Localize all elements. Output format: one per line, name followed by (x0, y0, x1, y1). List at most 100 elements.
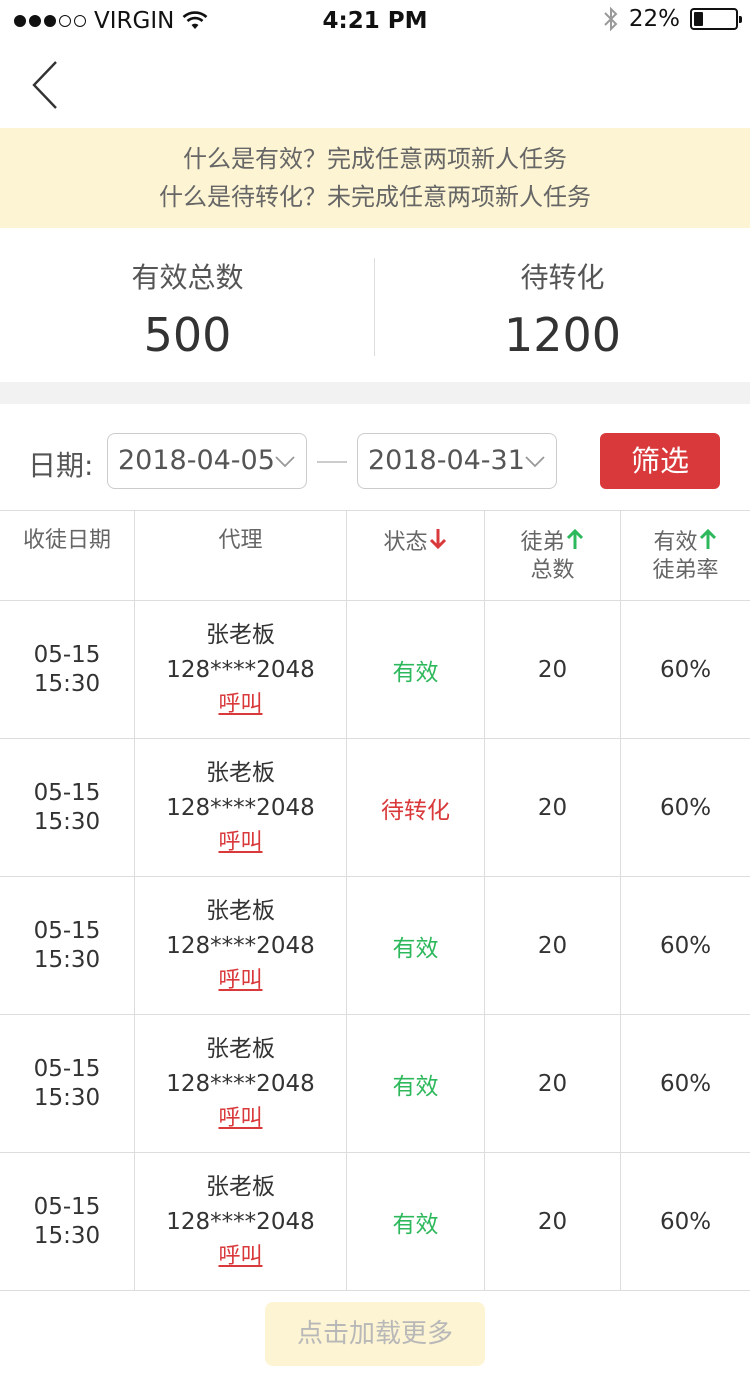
cell-total: 20 (485, 1015, 621, 1152)
row-time: 15:30 (33, 1084, 101, 1111)
cell-date: 05-15 15:30 (0, 601, 135, 738)
cell-date: 05-15 15:30 (0, 739, 135, 876)
status-right: 22% (603, 6, 742, 32)
cell-agent: 张老板 128****2048 呼叫 (135, 1015, 347, 1152)
start-date-value: 2018-04-05 (118, 445, 275, 476)
filter-button[interactable]: 筛选 (600, 433, 720, 489)
cell-rate: 60% (659, 656, 712, 683)
load-more-button[interactable]: 点击加载更多 (265, 1302, 485, 1366)
cell-status: 有效 (347, 1015, 485, 1152)
arrow-up-icon (566, 528, 583, 549)
arrow-up-icon (699, 528, 716, 549)
header-total-sort[interactable]: 徒弟 总数 (485, 511, 621, 600)
row-time: 15:30 (33, 808, 101, 835)
row-date: 05-15 (33, 917, 101, 944)
agent-name: 张老板 (206, 898, 275, 924)
cell-agent: 张老板 128****2048 呼叫 (135, 601, 347, 738)
cell-total: 20 (485, 1153, 621, 1290)
summary-panel: 有效总数 500 待转化 1200 (0, 228, 750, 382)
table-row: 05-15 15:30 张老板 128****2048 呼叫 有效 20 60% (0, 1015, 750, 1153)
call-link[interactable]: 呼叫 (218, 964, 262, 997)
battery-percent: 22% (628, 6, 680, 32)
agent-phone: 128****2048 (166, 1209, 315, 1235)
header-rate-sort[interactable]: 有效 徒弟率 (621, 511, 750, 600)
call-link[interactable]: 呼叫 (218, 688, 262, 721)
cell-date: 05-15 15:30 (0, 1153, 135, 1290)
call-link[interactable]: 呼叫 (218, 826, 262, 859)
status-bar: VIRGIN 4:21 PM 22% (0, 0, 750, 42)
cell-rate: 60% (659, 794, 712, 821)
cell-status: 有效 (347, 877, 485, 1014)
header-status-label: 状态 (383, 530, 428, 555)
header-agent-label: 代理 (218, 528, 263, 553)
end-date-value: 2018-04-31 (368, 445, 525, 476)
table-row: 05-15 15:30 张老板 128****2048 呼叫 待转化 20 60% (0, 739, 750, 877)
notice-banner: 什么是有效？完成任意两项新人任务 什么是待转化？未完成任意两项新人任务 (0, 128, 750, 228)
chevron-down-icon (525, 456, 545, 468)
cell-agent: 张老板 128****2048 呼叫 (135, 877, 347, 1014)
row-date: 05-15 (33, 641, 101, 668)
agent-name: 张老板 (206, 760, 275, 786)
summary-pending-value: 1200 (503, 308, 622, 362)
row-date: 05-15 (33, 1055, 101, 1082)
agent-name: 张老板 (206, 1174, 275, 1200)
date-filter-row: 日期: 2018-04-05 2018-04-31 筛选 (0, 404, 750, 510)
cell-agent: 张老板 128****2048 呼叫 (135, 1153, 347, 1290)
agent-name: 张老板 (206, 1036, 275, 1062)
chevron-left-icon (32, 61, 57, 109)
date-filter-label: 日期: (28, 449, 94, 482)
start-date-select[interactable]: 2018-04-05 (107, 433, 307, 489)
arrow-down-icon (429, 529, 446, 550)
cell-total: 20 (485, 739, 621, 876)
table-header: 收徒日期 代理 状态 徒弟 总数 有效 徒弟率 (0, 510, 750, 601)
cell-date: 05-15 15:30 (0, 1015, 135, 1152)
cell-total: 20 (485, 877, 621, 1014)
row-date: 05-15 (33, 779, 101, 806)
row-time: 15:30 (33, 670, 101, 697)
cell-rate: 60% (659, 1208, 712, 1235)
nav-bar (0, 42, 750, 128)
row-date: 05-15 (33, 1193, 101, 1220)
date-range-separator (317, 461, 347, 463)
summary-divider (374, 258, 375, 356)
chevron-down-icon (275, 456, 295, 468)
row-time: 15:30 (33, 946, 101, 973)
summary-pending: 待转化 1200 (375, 228, 750, 382)
header-total-label: 徒弟 (520, 530, 565, 555)
header-rate-label: 有效 (653, 530, 698, 555)
cell-status: 有效 (347, 1153, 485, 1290)
bluetooth-icon (604, 6, 618, 32)
header-status-sort[interactable]: 状态 (347, 511, 485, 600)
summary-pending-label: 待转化 (520, 261, 605, 294)
summary-valid: 有效总数 500 (0, 228, 375, 382)
header-date: 收徒日期 (0, 511, 135, 600)
apprentice-table: 收徒日期 代理 状态 徒弟 总数 有效 徒弟率 05-15 15:30 张老板 12… (0, 510, 750, 1291)
cell-rate: 60% (659, 932, 712, 959)
notice-line-pending: 什么是待转化？未完成任意两项新人任务 (159, 183, 591, 211)
header-total-label-2: 总数 (530, 558, 575, 583)
back-button[interactable] (24, 56, 74, 114)
agent-phone: 128****2048 (166, 657, 315, 683)
cell-total: 20 (485, 601, 621, 738)
header-date-label: 收徒日期 (22, 528, 111, 553)
agent-name: 张老板 (206, 622, 275, 648)
agent-phone: 128****2048 (166, 933, 315, 959)
section-divider (0, 382, 750, 404)
table-row: 05-15 15:30 张老板 128****2048 呼叫 有效 20 60% (0, 1153, 750, 1291)
cell-rate: 60% (659, 1070, 712, 1097)
summary-valid-value: 500 (143, 308, 232, 362)
cell-date: 05-15 15:30 (0, 877, 135, 1014)
call-link[interactable]: 呼叫 (218, 1102, 262, 1135)
table-row: 05-15 15:30 张老板 128****2048 呼叫 有效 20 60% (0, 877, 750, 1015)
notice-line-valid: 什么是有效？完成任意两项新人任务 (183, 145, 567, 173)
call-link[interactable]: 呼叫 (218, 1240, 262, 1273)
cell-agent: 张老板 128****2048 呼叫 (135, 739, 347, 876)
cell-status: 有效 (347, 601, 485, 738)
end-date-select[interactable]: 2018-04-31 (357, 433, 557, 489)
battery-icon (690, 8, 742, 30)
summary-valid-label: 有效总数 (131, 261, 244, 294)
header-rate-label-2: 徒弟率 (652, 558, 719, 583)
agent-phone: 128****2048 (166, 1071, 315, 1097)
table-row: 05-15 15:30 张老板 128****2048 呼叫 有效 20 60% (0, 601, 750, 739)
row-time: 15:30 (33, 1222, 101, 1249)
